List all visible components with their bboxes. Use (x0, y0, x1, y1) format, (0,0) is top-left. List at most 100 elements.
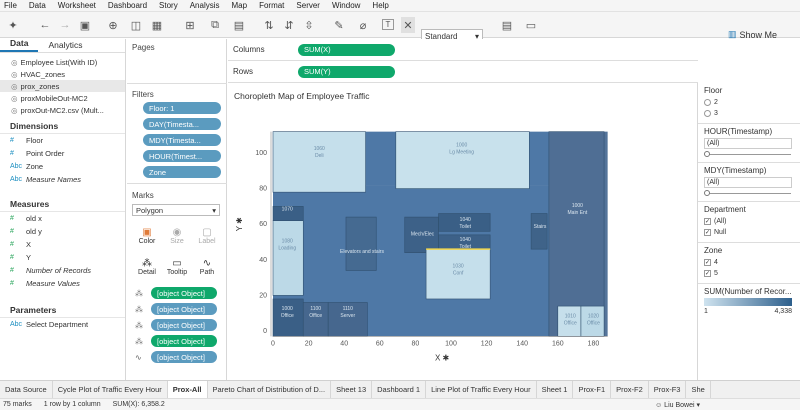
tableau-logo-icon[interactable]: ✦ (6, 17, 20, 33)
highlight-icon[interactable]: ✎ (332, 17, 346, 33)
show-labels-icon[interactable]: ▤ (500, 17, 514, 33)
zone-id-label: 1010 (565, 313, 576, 319)
columns-pill[interactable]: SUM(X) (298, 43, 395, 56)
marks-detail-button[interactable]: ⁂ Detail (133, 253, 161, 281)
shelves-pane: Pages Filters Floor: 1 DAY(Timesta... MDY(… (127, 39, 227, 380)
option-label: 2 (714, 99, 718, 106)
option-2[interactable]: 2 (698, 97, 800, 108)
clear-sheet-icon[interactable]: ▤ (232, 17, 246, 33)
duplicate-sheet-icon[interactable]: ⧉ (207, 17, 223, 33)
new-datasource-icon[interactable]: ⊕ (105, 17, 121, 33)
field-item[interactable]: Abc Measure Names (0, 173, 125, 186)
menu-dashboard[interactable]: Dashboard (108, 1, 147, 10)
fix-axes-icon[interactable]: ✕ (401, 17, 415, 33)
zone-id-label: 1110 (343, 306, 354, 312)
mark-pill[interactable]: [object Object] (151, 287, 217, 299)
datasource-item[interactable]: ◎ Employee List(With ID) (0, 56, 125, 68)
field-item[interactable]: # old y (0, 225, 125, 238)
option-5[interactable]: ✓ 5 (698, 268, 800, 279)
option-3[interactable]: 3 (698, 108, 800, 119)
choropleth-map[interactable]: 1060Deli1000Lg Meeting1000Main Ent1080Lo… (228, 83, 696, 380)
save-icon[interactable]: ▣ (78, 17, 92, 33)
menu-help[interactable]: Help (372, 1, 388, 10)
field-item[interactable]: # Floor (0, 134, 125, 147)
menu-file[interactable]: File (4, 1, 17, 10)
menu-window[interactable]: Window (332, 1, 360, 10)
filter-pill[interactable]: HOUR(Timest... (143, 150, 221, 162)
marks-size-button[interactable]: ◉ Size (163, 222, 191, 250)
label-icon[interactable]: T (382, 19, 394, 30)
checkbox: ✓ (704, 229, 711, 236)
field-item[interactable]: # Point Order (0, 147, 125, 160)
sheet-tab[interactable]: Data Source (0, 381, 53, 398)
sheet-tab[interactable]: Sheet 1 (537, 381, 574, 398)
field-item[interactable]: Abc Zone (0, 160, 125, 173)
show-me-button[interactable]: ▥ Show Me (728, 29, 777, 40)
menu-analysis[interactable]: Analysis (190, 1, 220, 10)
datasource-item[interactable]: ◎ HVAC_zones (0, 68, 125, 80)
filter-pill[interactable]: Floor: 1 (143, 102, 221, 114)
option-4[interactable]: ✓ 4 (698, 257, 800, 268)
field-item[interactable]: # Y (0, 251, 125, 264)
sheet-tab[interactable]: Line Plot of Traffic Every Hour (426, 381, 537, 398)
group-icon[interactable]: ⌀ (356, 17, 370, 33)
run-update-icon[interactable]: ▦ (150, 17, 164, 33)
mdy-input[interactable]: (All) (704, 177, 792, 188)
sheet-tab[interactable]: Sheet 13 (331, 381, 373, 398)
field-item[interactable]: # Measure Values (0, 277, 125, 290)
field-type-icon: # (10, 215, 14, 222)
field-name: Measure Values (26, 279, 80, 288)
marks-color-button[interactable]: ▣ Color (133, 222, 161, 250)
sheet-tab[interactable]: Prox-F1 (573, 381, 612, 398)
sheet-tab[interactable]: Prox-F2 (611, 381, 649, 398)
sort-desc-icon[interactable]: ⇳ (302, 17, 316, 33)
menu-map[interactable]: Map (232, 1, 248, 10)
sheet-tab[interactable]: Cycle Plot of Traffic Every Hour (53, 381, 168, 398)
size-icon: ◉ (172, 227, 182, 238)
mark-pill[interactable]: [object Object] (151, 319, 217, 331)
sheet-tab[interactable]: She (686, 381, 711, 398)
sort-asc-icon[interactable]: ⇵ (282, 17, 296, 33)
datasource-item[interactable]: ◎ proxOut-MC2.csv (Mult... (0, 104, 125, 116)
swap-icon[interactable]: ⇅ (262, 17, 276, 33)
back-icon[interactable]: ← (38, 17, 52, 33)
mark-pill[interactable]: [object Object] (151, 335, 217, 347)
field-item[interactable]: # X (0, 238, 125, 251)
menu-server[interactable]: Server (296, 1, 320, 10)
field-item[interactable]: # old x (0, 212, 125, 225)
datasource-item[interactable]: ◎ proxMobileOut-MC2 (0, 92, 125, 104)
mdy-slider[interactable] (698, 188, 800, 199)
option-null[interactable]: ✓ Null (698, 227, 800, 238)
filter-pill[interactable]: DAY(Timesta... (143, 118, 221, 130)
menu-format[interactable]: Format (259, 1, 284, 10)
tab-analytics[interactable]: Analytics (38, 40, 92, 52)
forward-icon[interactable]: → (58, 17, 72, 33)
new-worksheet-icon[interactable]: ⊞ (182, 17, 198, 33)
user-menu[interactable]: ☺ Liu Bowei ▾ (655, 401, 700, 409)
filter-pill[interactable]: Zone (143, 166, 221, 178)
marks-label-button[interactable]: ▢ Label (193, 222, 221, 250)
mark-pill[interactable]: [object Object] (151, 351, 217, 363)
filter-pill[interactable]: MDY(Timesta... (143, 134, 221, 146)
present-icon[interactable]: ▭ (524, 17, 538, 33)
mark-type-dropdown[interactable]: Polygon ▾ (132, 204, 220, 216)
mark-pill[interactable]: [object Object] (151, 303, 217, 315)
sheet-tab[interactable]: Pareto Chart of Distribution of D... (208, 381, 332, 398)
sheet-tab[interactable]: Prox-F3 (649, 381, 687, 398)
marks-tooltip-button[interactable]: ▭ Tooltip (163, 253, 191, 281)
sheet-tab[interactable]: Prox-All (167, 381, 208, 398)
option-all[interactable]: ✓ (All) (698, 216, 800, 227)
marks-path-button[interactable]: ∿ Path (193, 253, 221, 281)
tab-data[interactable]: Data (0, 38, 39, 52)
sheet-tab[interactable]: Dashboard 1 (372, 381, 427, 398)
field-item[interactable]: Abc Select Department (0, 318, 125, 331)
field-item[interactable]: # Number of Records (0, 264, 125, 277)
menu-story[interactable]: Story (159, 1, 178, 10)
datasource-item[interactable]: ◎ prox_zones (0, 80, 125, 92)
rows-pill[interactable]: SUM(Y) (298, 65, 395, 78)
pause-updates-icon[interactable]: ◫ (128, 17, 144, 33)
hour-slider[interactable] (698, 149, 800, 160)
hour-input[interactable]: (All) (704, 138, 792, 149)
menu-worksheet[interactable]: Worksheet (58, 1, 96, 10)
menu-data[interactable]: Data (29, 1, 46, 10)
